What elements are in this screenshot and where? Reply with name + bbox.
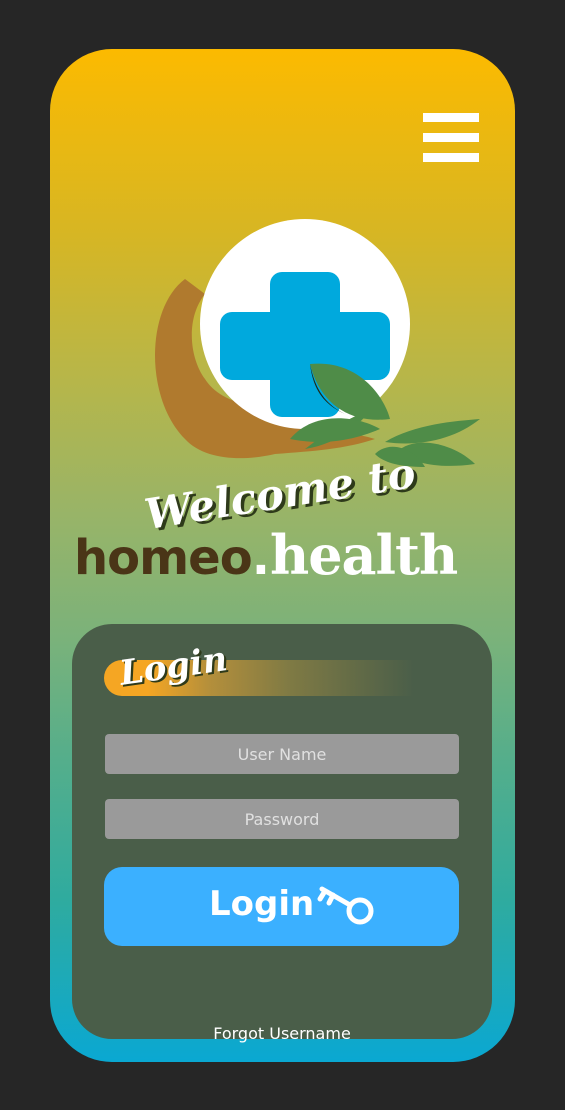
medical-cross-hand-leaves-logo (155, 219, 480, 467)
brand-part-health: health (269, 523, 458, 587)
menu-bar-top (423, 113, 479, 122)
login-card: Login Login Forgot Username (72, 624, 492, 1043)
forgot-username-link[interactable]: Forgot Username (72, 1024, 492, 1043)
leaf-3 (385, 419, 480, 444)
phone-frame: Welcome to homeo.health Login Login Forg… (50, 49, 515, 1062)
key-icon (317, 886, 374, 925)
brand-part-homeo: homeo (74, 530, 253, 586)
menu-bar-bottom (423, 153, 479, 162)
login-button-label: Login (209, 884, 315, 924)
username-input[interactable] (105, 734, 459, 774)
brand-dot: . (251, 530, 270, 586)
password-input[interactable] (105, 799, 459, 839)
menu-bar-middle (423, 133, 479, 142)
brand-wordmark: homeo.health (74, 528, 494, 582)
hamburger-menu-icon[interactable] (423, 113, 479, 163)
login-button[interactable]: Login (104, 867, 459, 946)
